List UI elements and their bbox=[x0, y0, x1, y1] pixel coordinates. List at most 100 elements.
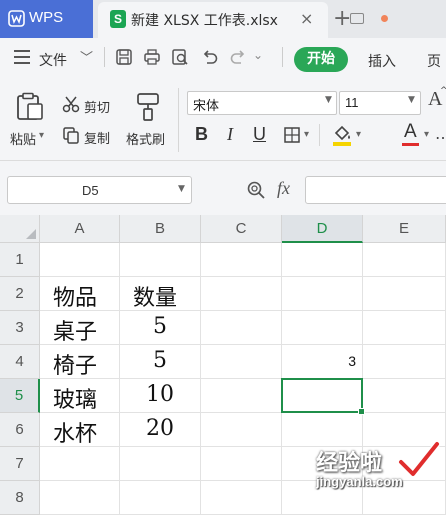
copy-button[interactable]: 复制 bbox=[84, 128, 110, 147]
selected-cell-outline[interactable] bbox=[281, 378, 365, 415]
cell-e2[interactable] bbox=[363, 277, 446, 311]
cell-c4[interactable] bbox=[201, 345, 282, 379]
cell-d2[interactable] bbox=[282, 277, 363, 311]
redo-icon[interactable] bbox=[229, 48, 247, 66]
cell-b3[interactable]: 5 bbox=[120, 311, 201, 345]
chevron-down-icon[interactable]: ▾ bbox=[424, 129, 429, 140]
chevron-down-icon[interactable]: ▾ bbox=[356, 129, 361, 140]
cell-b6[interactable]: 20 bbox=[120, 413, 201, 447]
cell-a7[interactable] bbox=[40, 447, 120, 481]
cell-c1[interactable] bbox=[201, 243, 282, 277]
row-header-5[interactable]: 5 bbox=[0, 379, 40, 413]
save-icon[interactable] bbox=[115, 48, 133, 66]
file-menu[interactable]: 文件 bbox=[39, 50, 67, 70]
column-header-d[interactable]: D bbox=[282, 215, 363, 243]
cell-d6[interactable] bbox=[282, 413, 363, 447]
cell-c2[interactable] bbox=[201, 277, 282, 311]
cell-e1[interactable] bbox=[363, 243, 446, 277]
cell-b8[interactable] bbox=[120, 481, 201, 515]
monitor-icon[interactable] bbox=[350, 13, 364, 24]
cell-a8[interactable] bbox=[40, 481, 120, 515]
borders-icon[interactable] bbox=[283, 126, 301, 144]
column-header-b[interactable]: B bbox=[120, 215, 201, 243]
row-header-2[interactable]: 2 bbox=[0, 277, 40, 311]
cell-a4[interactable]: 椅子 bbox=[40, 345, 120, 379]
cell-text: 椅子 bbox=[53, 354, 98, 379]
cell-c8[interactable] bbox=[201, 481, 282, 515]
font-color-icon[interactable]: A bbox=[404, 121, 417, 143]
format-painter-icon[interactable] bbox=[134, 92, 162, 122]
formula-input[interactable] bbox=[305, 176, 446, 204]
notification-dot-icon[interactable] bbox=[381, 15, 388, 22]
cell-b7[interactable] bbox=[120, 447, 201, 481]
chevron-down-icon[interactable]: ﹀ bbox=[80, 47, 93, 66]
row-header-6[interactable]: 6 bbox=[0, 413, 40, 447]
chevron-down-icon[interactable]: ▾ bbox=[304, 129, 309, 140]
paste-button[interactable]: 粘贴 bbox=[10, 129, 36, 148]
cut-button[interactable]: 剪切 bbox=[84, 97, 110, 116]
zoom-icon[interactable] bbox=[246, 180, 266, 200]
bold-button[interactable]: B bbox=[195, 124, 208, 145]
name-box[interactable] bbox=[7, 176, 192, 204]
row-header-1[interactable]: 1 bbox=[0, 243, 40, 277]
select-all-corner[interactable] bbox=[0, 215, 40, 243]
tab-insert[interactable]: 插入 bbox=[368, 51, 396, 71]
watermark-url: jingyanla.com bbox=[316, 474, 403, 489]
tab-start[interactable]: 开始 bbox=[294, 47, 348, 72]
cell-b2[interactable]: 数量 bbox=[120, 277, 201, 311]
chevron-down-icon[interactable]: ⌄ bbox=[253, 48, 263, 62]
cell-c6[interactable] bbox=[201, 413, 282, 447]
cell-d4[interactable]: 3 bbox=[282, 345, 363, 379]
cell-c7[interactable] bbox=[201, 447, 282, 481]
more-icon[interactable]: … bbox=[435, 124, 446, 143]
cell-text: 10 bbox=[146, 382, 174, 407]
cell-a1[interactable] bbox=[40, 243, 120, 277]
cell-d3[interactable] bbox=[282, 311, 363, 345]
cell-c3[interactable] bbox=[201, 311, 282, 345]
row-header-4[interactable]: 4 bbox=[0, 345, 40, 379]
cell-e5[interactable] bbox=[363, 379, 446, 413]
hamburger-menu-icon[interactable] bbox=[14, 50, 30, 64]
cell-text: 5 bbox=[153, 314, 167, 339]
tab-page-layout[interactable]: 页 bbox=[427, 51, 441, 71]
cell-a5[interactable]: 玻璃 bbox=[40, 379, 120, 413]
column-header-c[interactable]: C bbox=[201, 215, 282, 243]
cell-b4[interactable]: 5 bbox=[120, 345, 201, 379]
fill-handle[interactable] bbox=[358, 408, 365, 415]
fx-icon[interactable]: fx bbox=[277, 178, 290, 199]
cell-e4[interactable] bbox=[363, 345, 446, 379]
cell-a3[interactable]: 桌子 bbox=[40, 311, 120, 345]
row-header-8[interactable]: 8 bbox=[0, 481, 40, 515]
paste-icon[interactable] bbox=[15, 92, 45, 122]
cell-a6[interactable]: 水杯 bbox=[40, 413, 120, 447]
cell-b5[interactable]: 10 bbox=[120, 379, 201, 413]
undo-icon[interactable] bbox=[201, 48, 219, 66]
fill-color-icon[interactable] bbox=[330, 123, 354, 147]
italic-button[interactable]: I bbox=[227, 124, 233, 145]
format-painter-button[interactable]: 格式刷 bbox=[126, 129, 165, 148]
cell-c5[interactable] bbox=[201, 379, 282, 413]
chevron-down-icon[interactable]: ▼ bbox=[408, 95, 415, 105]
cell-e3[interactable] bbox=[363, 311, 446, 345]
new-tab-button[interactable]: + bbox=[333, 6, 351, 31]
column-header-e[interactable]: E bbox=[363, 215, 446, 243]
chevron-down-icon[interactable]: ▾ bbox=[39, 130, 44, 141]
font-name-value: 宋体 bbox=[193, 99, 220, 114]
wps-app-name: WPS bbox=[29, 9, 64, 26]
row-header-7[interactable]: 7 bbox=[0, 447, 40, 481]
cell-a2[interactable]: 物品 bbox=[40, 277, 120, 311]
chevron-down-icon[interactable]: ▼ bbox=[325, 95, 332, 105]
close-tab-icon[interactable]: × bbox=[300, 9, 313, 28]
wps-logo-icon bbox=[8, 10, 25, 27]
print-preview-icon[interactable] bbox=[171, 48, 189, 66]
cell-b1[interactable] bbox=[120, 243, 201, 277]
underline-button[interactable]: U bbox=[253, 124, 266, 145]
cell-text: 3 bbox=[348, 353, 356, 369]
cut-icon[interactable] bbox=[62, 95, 80, 113]
copy-icon[interactable] bbox=[62, 126, 80, 144]
cell-d1[interactable] bbox=[282, 243, 363, 277]
row-header-3[interactable]: 3 bbox=[0, 311, 40, 345]
column-header-a[interactable]: A bbox=[40, 215, 120, 243]
chevron-down-icon[interactable]: ▼ bbox=[178, 184, 185, 194]
print-icon[interactable] bbox=[143, 48, 161, 66]
